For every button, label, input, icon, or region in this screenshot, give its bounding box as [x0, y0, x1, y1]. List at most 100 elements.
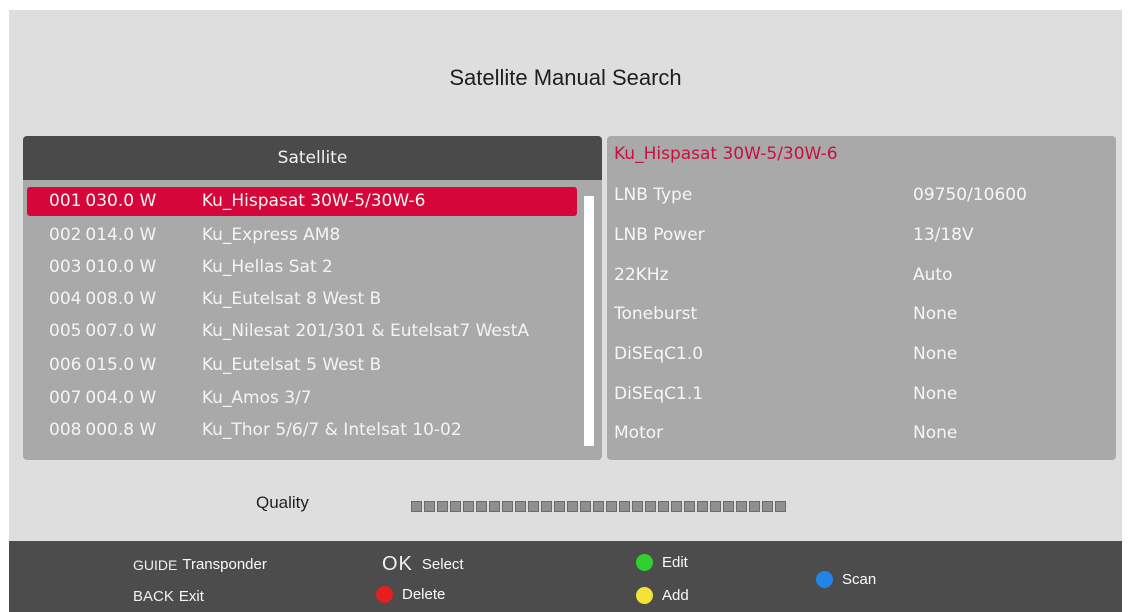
- satellite-position: 007.0 W: [85, 321, 157, 341]
- satellite-list-header: Satellite: [23, 136, 602, 180]
- satellite-position: 015.0 W: [85, 355, 157, 375]
- param-value: None: [913, 344, 958, 364]
- help-green: Edit: [636, 554, 688, 571]
- guide-action-label: Transponder: [182, 556, 267, 573]
- satellite-row[interactable]: 003 010.0 W Ku_Hellas Sat 2: [27, 253, 577, 282]
- quality-segment: [463, 501, 474, 512]
- satellite-number: 007: [49, 388, 82, 408]
- help-red: Delete: [376, 586, 445, 603]
- guide-key-label: GUIDE: [133, 556, 178, 573]
- param-value: 09750/10600: [913, 185, 1027, 205]
- quality-segment: [424, 501, 435, 512]
- help-ok: OK Select: [382, 553, 464, 576]
- satellite-row[interactable]: 006 015.0 W Ku_Eutelsat 5 West B: [27, 351, 577, 380]
- page-title: Satellite Manual Search: [449, 65, 682, 90]
- param-value: None: [913, 304, 958, 324]
- param-label: Motor: [614, 423, 664, 443]
- quality-segment: [697, 501, 708, 512]
- lnb-power-row[interactable]: LNB Power 13/18V: [607, 221, 1116, 251]
- satellite-number: 002: [49, 225, 82, 245]
- satellite-row-selected[interactable]: 001 030.0 W Ku_Hispasat 30W-5/30W-6: [27, 187, 577, 216]
- quality-segment: [762, 501, 773, 512]
- quality-segment: [619, 501, 630, 512]
- quality-segment: [775, 501, 786, 512]
- param-value: None: [913, 384, 958, 404]
- satellite-position: 014.0 W: [85, 225, 157, 245]
- green-action-label: Edit: [662, 554, 688, 571]
- satellite-list-panel: Satellite 001 030.0 W Ku_Hispasat 30W-5/…: [23, 136, 602, 460]
- help-guide: GUIDE Transponder: [133, 556, 267, 573]
- quality-segment: [567, 501, 578, 512]
- param-label: LNB Type: [614, 185, 693, 205]
- green-button-icon: [636, 554, 653, 571]
- tv-screen: Satellite Manual Search Satellite 001 03…: [9, 10, 1122, 612]
- ok-key-label: OK: [382, 553, 413, 575]
- satellite-name: Ku_Eutelsat 5 West B: [201, 355, 382, 375]
- satellite-position: 000.8 W: [85, 420, 157, 440]
- param-label: Toneburst: [614, 304, 698, 324]
- quality-segment: [515, 501, 526, 512]
- diseqc10-row[interactable]: DiSEqC1.0 None: [607, 340, 1116, 370]
- satellite-row[interactable]: 005 007.0 W Ku_Nilesat 201/301 & Eutelsa…: [27, 317, 577, 346]
- quality-meter: [411, 501, 786, 512]
- selected-satellite-name: Ku_Hispasat 30W-5/30W-6: [614, 144, 838, 164]
- quality-segment: [658, 501, 669, 512]
- lnb-type-row[interactable]: LNB Type 09750/10600: [607, 181, 1116, 211]
- param-value: 13/18V: [913, 225, 974, 245]
- quality-segment: [671, 501, 682, 512]
- param-label: 22KHz: [614, 265, 669, 285]
- help-blue: Scan: [816, 571, 876, 588]
- quality-label: Quality: [256, 493, 309, 512]
- help-yellow: Add: [636, 587, 689, 604]
- satellite-name: Ku_Express AM8: [201, 225, 341, 245]
- satellite-number: 006: [49, 355, 82, 375]
- param-value: Auto: [913, 265, 953, 285]
- quality-segment: [710, 501, 721, 512]
- 22khz-row[interactable]: 22KHz Auto: [607, 261, 1116, 291]
- satellite-row[interactable]: 007 004.0 W Ku_Amos 3/7: [27, 384, 577, 413]
- quality-segment: [580, 501, 591, 512]
- motor-row[interactable]: Motor None: [607, 419, 1116, 449]
- param-value: None: [913, 423, 958, 443]
- quality-segment: [450, 501, 461, 512]
- quality-segment: [554, 501, 565, 512]
- back-action-label: Exit: [178, 588, 204, 605]
- diseqc11-row[interactable]: DiSEqC1.1 None: [607, 380, 1116, 410]
- toneburst-row[interactable]: Toneburst None: [607, 300, 1116, 330]
- satellite-number: 003: [49, 257, 82, 277]
- satellite-number: 001: [49, 191, 82, 211]
- satellite-name: Ku_Hispasat 30W-5/30W-6: [201, 191, 426, 211]
- param-label: LNB Power: [614, 225, 705, 245]
- satellite-number: 008: [49, 420, 82, 440]
- list-scrollbar[interactable]: [584, 196, 594, 446]
- satellite-position: 030.0 W: [85, 191, 157, 211]
- help-back: BACK Exit: [133, 588, 204, 605]
- help-bar: GUIDE Transponder BACK Exit OK Select De…: [9, 541, 1122, 612]
- quality-segment: [632, 501, 643, 512]
- quality-segment: [437, 501, 448, 512]
- satellite-name: Ku_Nilesat 201/301 & Eutelsat7 WestA: [201, 321, 529, 341]
- quality-segment: [593, 501, 604, 512]
- satellite-row[interactable]: 008 000.8 W Ku_Thor 5/6/7 & Intelsat 10-…: [27, 416, 577, 445]
- satellite-row[interactable]: 004 008.0 W Ku_Eutelsat 8 West B: [27, 285, 577, 314]
- satellite-row[interactable]: 002 014.0 W Ku_Express AM8: [27, 221, 577, 250]
- blue-button-icon: [816, 571, 833, 588]
- quality-segment: [489, 501, 500, 512]
- blue-action-label: Scan: [842, 571, 877, 588]
- satellite-position: 004.0 W: [85, 388, 157, 408]
- back-key-label: BACK: [133, 588, 174, 605]
- param-label: DiSEqC1.0: [614, 344, 704, 364]
- param-label: DiSEqC1.1: [614, 384, 704, 404]
- red-button-icon: [376, 586, 393, 603]
- satellite-number: 005: [49, 321, 82, 341]
- quality-segment: [528, 501, 539, 512]
- quality-segment: [645, 501, 656, 512]
- yellow-action-label: Add: [662, 587, 689, 604]
- satellite-name: Ku_Eutelsat 8 West B: [201, 289, 382, 309]
- quality-segment: [476, 501, 487, 512]
- satellite-name: Ku_Amos 3/7: [201, 388, 312, 408]
- satellite-position: 010.0 W: [85, 257, 157, 277]
- quality-segment: [606, 501, 617, 512]
- satellite-name: Ku_Thor 5/6/7 & Intelsat 10-02: [201, 420, 462, 440]
- yellow-button-icon: [636, 587, 653, 604]
